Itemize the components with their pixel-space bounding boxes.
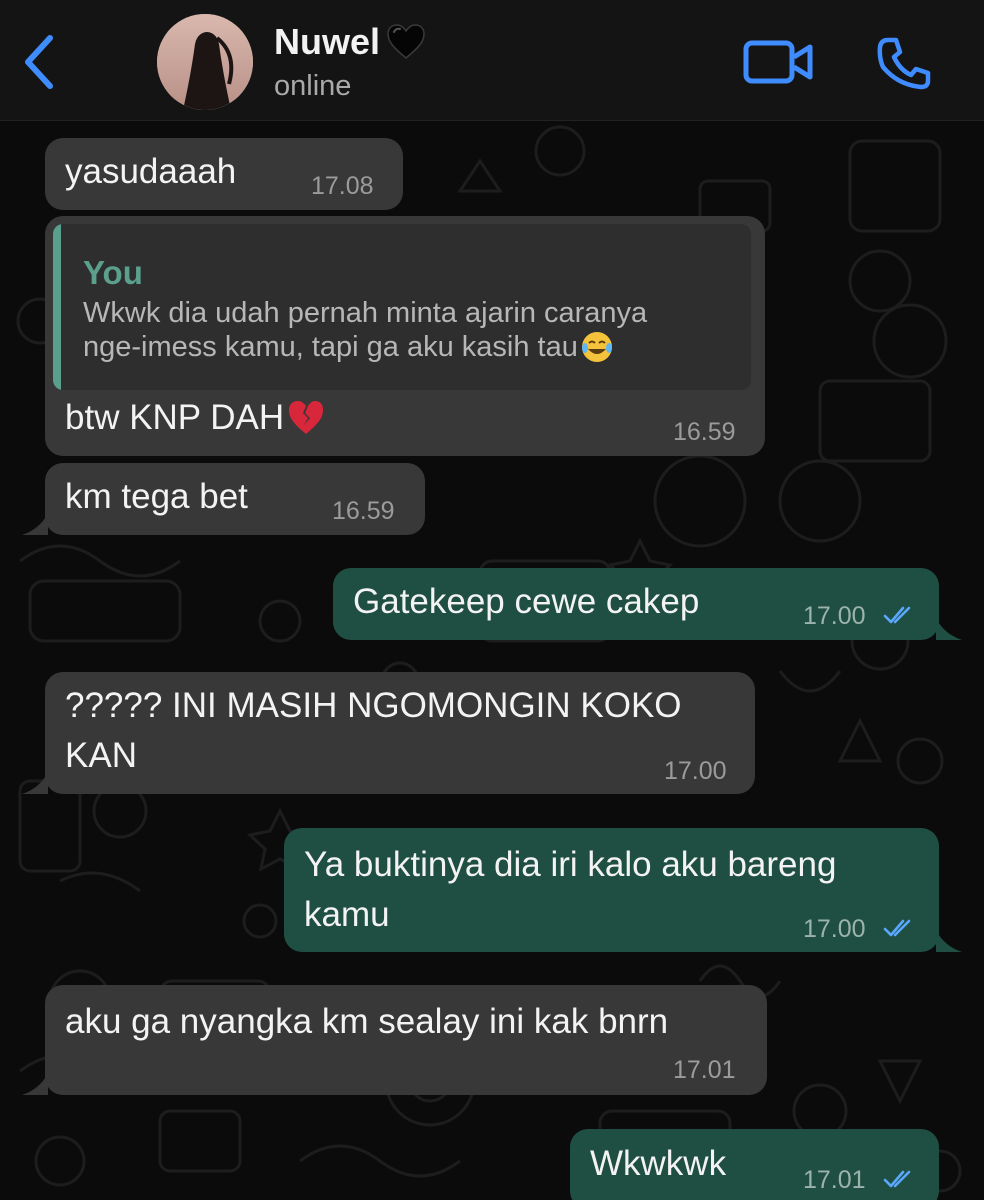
message-text: km tega bet — [65, 477, 248, 516]
message-time: 16.59 — [673, 418, 736, 446]
message-text-line-1: ????? INI MASIH NGOMONGIN KOKO — [65, 686, 682, 725]
message-text-line-1: Ya buktinya dia iri kalo aku bareng — [304, 845, 837, 884]
chat-area[interactable]: yasudaaah 17.08 You Wkwk dia udah pernah… — [0, 121, 984, 1200]
quote-author: You — [83, 254, 143, 291]
voice-call-button[interactable] — [874, 34, 934, 92]
message-text-line-2: kamu — [304, 895, 390, 934]
message-time: 17.00 — [803, 915, 866, 943]
tears-of-joy-icon — [581, 332, 612, 362]
message-text-row: btw KNP DAH — [65, 393, 326, 443]
message-bubble-incoming[interactable]: aku ga nyangka km sealay ini kak bnrn 17… — [45, 985, 767, 1095]
back-button[interactable] — [18, 30, 68, 94]
message-text-line-2: KAN — [65, 736, 137, 775]
message-text: yasudaaah — [65, 152, 237, 191]
avatar-photo — [157, 14, 253, 110]
read-receipt-icon — [883, 1170, 911, 1188]
bubble-tail — [22, 772, 48, 794]
contact-name[interactable]: Nuwel — [274, 20, 428, 64]
read-receipt-icon — [883, 919, 911, 937]
message-time: 17.01 — [803, 1166, 866, 1194]
message-bubble-outgoing[interactable]: Wkwkwk 17.01 — [570, 1129, 939, 1200]
quote-accent-bar — [53, 224, 61, 390]
message-text: Gatekeep cewe cakep — [353, 582, 700, 621]
message-time: 17.01 — [673, 1056, 736, 1084]
message-text: Wkwkwk — [590, 1144, 727, 1183]
read-receipt-icon — [883, 606, 911, 624]
video-call-button[interactable] — [742, 38, 816, 86]
bubble-tail — [936, 618, 962, 640]
contact-status: online — [274, 70, 352, 102]
black-heart-icon — [387, 24, 425, 59]
video-camera-icon — [743, 40, 813, 84]
chevron-left-icon — [25, 35, 53, 89]
message-time: 17.00 — [803, 602, 866, 630]
message-text: btw KNP DAH — [65, 398, 285, 437]
message-bubble-incoming-reply[interactable]: You Wkwk dia udah pernah minta ajarin ca… — [45, 216, 765, 456]
chat-header: Nuwel online — [0, 0, 984, 121]
message-bubble-incoming[interactable]: km tega bet 16.59 — [45, 463, 425, 535]
quote-text: Wkwk dia udah pernah minta ajarin carany… — [83, 296, 647, 364]
quote-line-1: Wkwk dia udah pernah minta ajarin carany… — [83, 297, 648, 329]
phone-icon — [877, 37, 931, 90]
message-time: 17.08 — [311, 172, 374, 200]
message-bubble-outgoing[interactable]: Gatekeep cewe cakep 17.00 — [333, 568, 939, 640]
message-bubble-incoming[interactable]: ????? INI MASIH NGOMONGIN KOKO KAN 17.00 — [45, 672, 755, 794]
bubble-tail — [22, 513, 48, 535]
message-bubble-incoming[interactable]: yasudaaah 17.08 — [45, 138, 403, 210]
message-text: aku ga nyangka km sealay ini kak bnrn — [65, 1002, 669, 1041]
quote-line-2: nge-imess kamu, tapi ga aku kasih tau — [83, 330, 647, 364]
contact-name-text: Nuwel — [274, 21, 381, 62]
message-time: 17.00 — [664, 757, 727, 785]
quote-line-2-text: nge-imess kamu, tapi ga aku kasih tau — [83, 331, 578, 363]
bubble-tail — [936, 930, 962, 952]
contact-avatar[interactable] — [157, 14, 253, 110]
message-bubble-outgoing[interactable]: Ya buktinya dia iri kalo aku bareng kamu… — [284, 828, 939, 952]
message-time: 16.59 — [332, 497, 395, 525]
quoted-message[interactable]: You Wkwk dia udah pernah minta ajarin ca… — [53, 224, 751, 390]
broken-heart-icon — [289, 401, 324, 434]
bubble-tail — [22, 1073, 48, 1095]
